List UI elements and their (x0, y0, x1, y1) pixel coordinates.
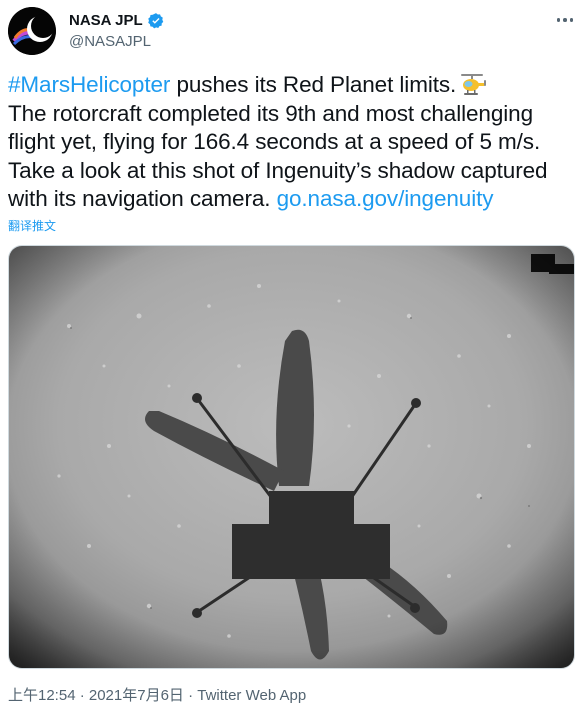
ingenuity-link[interactable]: go.nasa.gov/ingenuity (277, 186, 494, 211)
tweet-image[interactable] (8, 245, 575, 669)
nasa-jpl-logo (8, 7, 56, 55)
handle[interactable]: @NASAJPL (69, 32, 151, 52)
ingenuity-shadow-photo (9, 246, 574, 668)
tweet-text-line1: pushes its Red Planet limits. (170, 72, 457, 97)
verified-badge-icon (147, 13, 163, 29)
tweet-text: #MarsHelicopter pushes its Red Planet li… (8, 71, 582, 214)
more-options-icon[interactable] (554, 10, 576, 30)
author-name-row[interactable]: NASA JPL (69, 11, 165, 31)
avatar[interactable] (8, 7, 56, 55)
helicopter-emoji-icon (461, 74, 487, 95)
tweet: NASA JPL @NASAJPL #MarsHelicopter pushes… (0, 0, 586, 712)
hashtag-link[interactable]: #MarsHelicopter (8, 72, 170, 97)
tweet-timestamp[interactable]: 上午12:54 · 2021年7月6日 · Twitter Web App (8, 686, 306, 706)
translate-tweet-link[interactable]: 翻译推文 (8, 218, 56, 234)
display-name[interactable]: NASA JPL (69, 11, 143, 31)
